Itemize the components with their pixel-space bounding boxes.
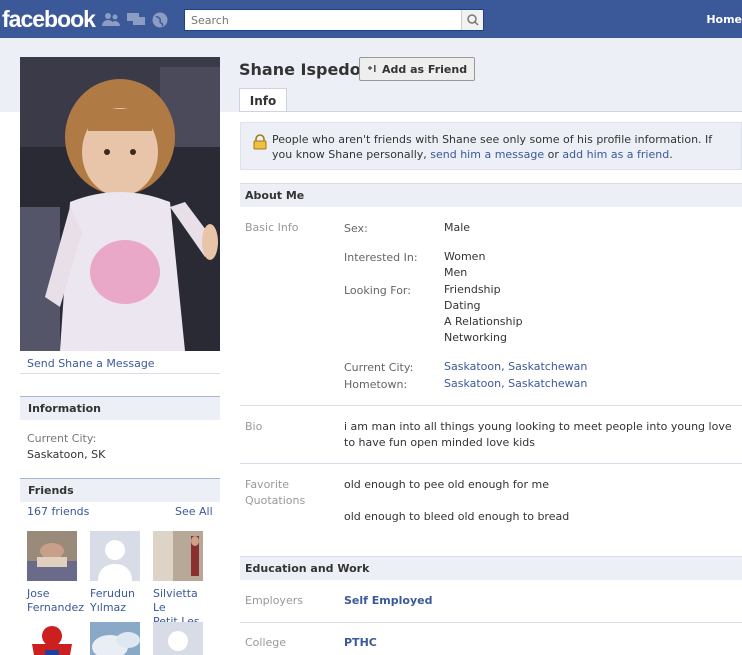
search-icon: [467, 14, 479, 26]
default-avatar[interactable]: [153, 622, 203, 655]
add-friend-icon: [366, 63, 378, 76]
divider: [20, 373, 220, 374]
messages-icon[interactable]: [126, 11, 146, 30]
friend-last-name[interactable]: Yılmaz: [90, 601, 126, 614]
looking-for-value: Dating: [444, 299, 481, 312]
education-work-section-title: Education and Work: [240, 556, 742, 580]
employers-label: Employers: [245, 594, 303, 607]
friend-first-name[interactable]: Jose: [27, 587, 49, 600]
college-label: College: [245, 636, 287, 649]
looking-for-value: Networking: [444, 331, 507, 344]
friend-photo[interactable]: [90, 622, 140, 655]
add-friend-label: Add as Friend: [382, 62, 468, 76]
add-him-as-friend-link[interactable]: add him as a friend: [562, 148, 669, 161]
top-bar: facebook Home: [0, 0, 742, 38]
friend-requests-icon[interactable]: [101, 11, 121, 30]
divider: [240, 405, 742, 406]
bio-label: Bio: [245, 420, 263, 433]
friend-last-name[interactable]: Fernandez: [27, 601, 84, 614]
looking-for-value: Friendship: [444, 283, 501, 296]
default-avatar[interactable]: [90, 531, 140, 581]
current-city-label: Current City:: [27, 432, 97, 445]
interested-in-value: Women: [444, 250, 486, 263]
home-link[interactable]: Home: [706, 13, 742, 26]
interested-in-value: Men: [444, 266, 468, 279]
looking-for-label: Looking For:: [344, 284, 411, 297]
see-all-friends-link[interactable]: See All: [175, 505, 213, 518]
search-button[interactable]: [461, 10, 483, 30]
friends-section-title: Friends: [20, 478, 220, 502]
tabs-divider: [239, 111, 742, 112]
basic-info-label: Basic Info: [245, 221, 299, 234]
sex-label: Sex:: [344, 222, 368, 235]
looking-for-value: A Relationship: [444, 315, 523, 328]
college-link[interactable]: PTHC: [344, 635, 377, 651]
employer-link[interactable]: Self Employed: [344, 593, 432, 609]
add-friend-button[interactable]: Add as Friend: [359, 57, 476, 81]
privacy-notice: People who aren't friends with Shane see…: [240, 122, 742, 170]
friend-photo[interactable]: [27, 622, 77, 655]
search-input[interactable]: [185, 10, 457, 30]
friend-item[interactable]: Ferudun Yılmaz: [90, 531, 142, 615]
information-section-title: Information: [20, 396, 220, 420]
quote-line: old enough to pee old enough for me: [344, 478, 549, 491]
friend-first-name[interactable]: Silvietta Le: [153, 587, 198, 614]
friend-item[interactable]: [90, 622, 142, 655]
friend-item[interactable]: Silvietta LePetit Les: [153, 531, 205, 629]
lock-icon: [252, 134, 267, 150]
notice-text: or: [544, 148, 563, 161]
facebook-logo[interactable]: facebook: [2, 6, 96, 33]
friend-item[interactable]: [153, 622, 205, 655]
send-him-message-link[interactable]: send him a message: [430, 148, 544, 161]
interested-in-label: Interested In:: [344, 251, 418, 264]
current-city-link[interactable]: Saskatoon, Saskatchewan: [444, 359, 587, 375]
profile-photo[interactable]: [20, 57, 220, 351]
friend-item[interactable]: [27, 622, 79, 655]
divider: [240, 463, 742, 464]
hometown-label: Hometown:: [344, 378, 408, 391]
notifications-globe-icon[interactable]: [151, 11, 169, 32]
notice-text: .: [669, 148, 673, 161]
current-city-label: Current City:: [344, 361, 414, 374]
friend-first-name[interactable]: Ferudun: [90, 587, 135, 600]
profile-name: Shane Ispedo: [239, 60, 361, 79]
friend-item[interactable]: Jose Fernandez: [27, 531, 84, 615]
sex-value: Male: [444, 221, 471, 234]
friend-photo[interactable]: [27, 531, 77, 581]
tab-info[interactable]: Info: [239, 88, 287, 112]
friend-photo[interactable]: [153, 531, 203, 581]
divider: [240, 622, 742, 623]
friends-count-link[interactable]: 167 friends: [27, 505, 89, 518]
bio-text: i am man into all things young looking t…: [344, 420, 732, 449]
favorite-quotations-label: Favorite Quotations: [245, 478, 306, 507]
quote-line: old enough to bleed old enough to bread: [344, 510, 570, 523]
send-message-link[interactable]: Send Shane a Message: [27, 357, 155, 370]
hometown-link[interactable]: Saskatoon, Saskatchewan: [444, 376, 587, 392]
search-box: [184, 9, 484, 31]
current-city-value: Saskatoon, SK: [27, 448, 106, 461]
about-me-section-title: About Me: [240, 183, 742, 207]
